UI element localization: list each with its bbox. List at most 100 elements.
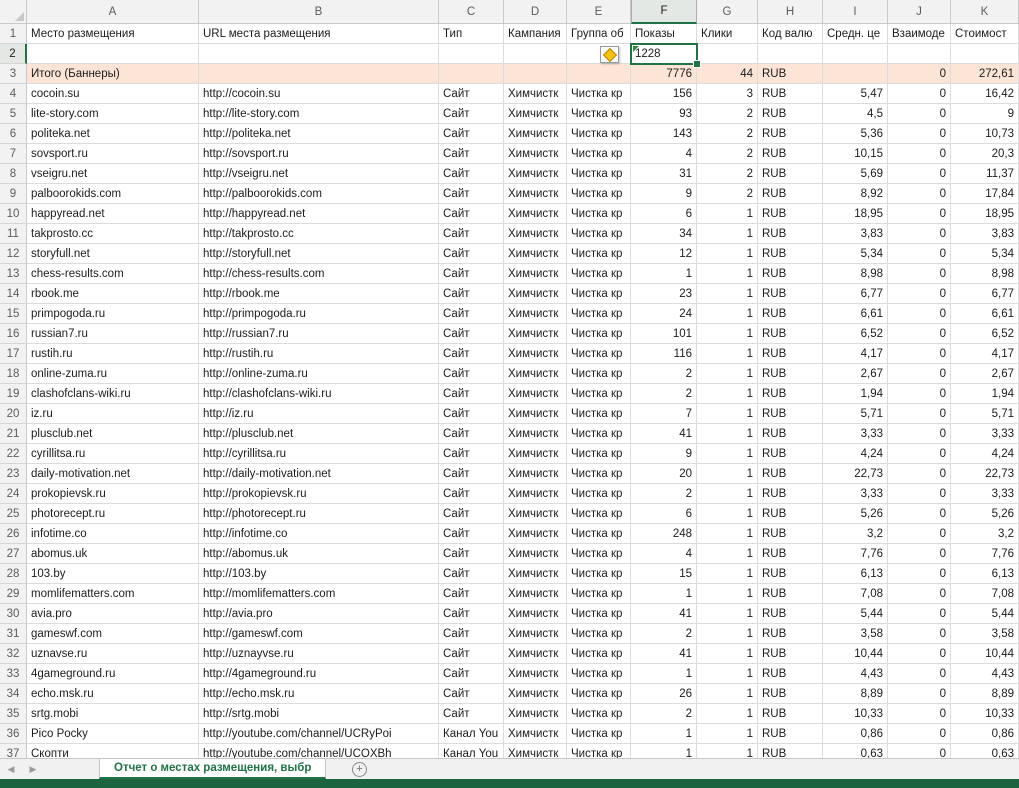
cell-F17[interactable]: 116 bbox=[631, 344, 697, 364]
cell-J4[interactable]: 0 bbox=[888, 84, 951, 104]
cell-J5[interactable]: 0 bbox=[888, 104, 951, 124]
cell-D26[interactable]: Химчистк bbox=[504, 524, 567, 544]
cell-C30[interactable]: Сайт bbox=[439, 604, 504, 624]
cell-H33[interactable]: RUB bbox=[758, 664, 823, 684]
cell-K2[interactable] bbox=[951, 44, 1019, 64]
cell-G36[interactable]: 1 bbox=[697, 724, 758, 744]
cell-H37[interactable]: RUB bbox=[758, 744, 823, 758]
cell-B29[interactable]: http://momlifematters.com bbox=[199, 584, 439, 604]
cell-F31[interactable]: 2 bbox=[631, 624, 697, 644]
cell-C18[interactable]: Сайт bbox=[439, 364, 504, 384]
cell-K7[interactable]: 20,3 bbox=[951, 144, 1019, 164]
cell-K13[interactable]: 8,98 bbox=[951, 264, 1019, 284]
row-header-16[interactable]: 16 bbox=[0, 324, 27, 344]
cell-H18[interactable]: RUB bbox=[758, 364, 823, 384]
cell-E33[interactable]: Чистка кр bbox=[567, 664, 631, 684]
cell-A37[interactable]: Скопти bbox=[27, 744, 199, 758]
cell-F20[interactable]: 7 bbox=[631, 404, 697, 424]
cell-I32[interactable]: 10,44 bbox=[823, 644, 888, 664]
cell-D24[interactable]: Химчистк bbox=[504, 484, 567, 504]
cell-D6[interactable]: Химчистк bbox=[504, 124, 567, 144]
cell-K1[interactable]: Стоимост bbox=[951, 24, 1019, 44]
column-header-I[interactable]: I bbox=[823, 0, 888, 24]
cell-H8[interactable]: RUB bbox=[758, 164, 823, 184]
cell-F34[interactable]: 26 bbox=[631, 684, 697, 704]
cell-J3[interactable]: 0 bbox=[888, 64, 951, 84]
cell-I37[interactable]: 0,63 bbox=[823, 744, 888, 758]
cell-I2[interactable] bbox=[823, 44, 888, 64]
cell-I33[interactable]: 4,43 bbox=[823, 664, 888, 684]
cell-A25[interactable]: photorecept.ru bbox=[27, 504, 199, 524]
cell-D14[interactable]: Химчистк bbox=[504, 284, 567, 304]
cell-H28[interactable]: RUB bbox=[758, 564, 823, 584]
cell-G34[interactable]: 1 bbox=[697, 684, 758, 704]
cell-D37[interactable]: Химчистк bbox=[504, 744, 567, 758]
cell-E36[interactable]: Чистка кр bbox=[567, 724, 631, 744]
row-header-4[interactable]: 4 bbox=[0, 84, 27, 104]
row-header-17[interactable]: 17 bbox=[0, 344, 27, 364]
row-header-21[interactable]: 21 bbox=[0, 424, 27, 444]
cell-A26[interactable]: infotime.co bbox=[27, 524, 199, 544]
cell-I30[interactable]: 5,44 bbox=[823, 604, 888, 624]
cell-H3[interactable]: RUB bbox=[758, 64, 823, 84]
cell-C26[interactable]: Сайт bbox=[439, 524, 504, 544]
cell-C10[interactable]: Сайт bbox=[439, 204, 504, 224]
cell-I36[interactable]: 0,86 bbox=[823, 724, 888, 744]
cell-F29[interactable]: 1 bbox=[631, 584, 697, 604]
cell-E14[interactable]: Чистка кр bbox=[567, 284, 631, 304]
cell-H25[interactable]: RUB bbox=[758, 504, 823, 524]
cell-A3[interactable]: Итого (Баннеры) bbox=[27, 64, 199, 84]
cell-D2[interactable] bbox=[504, 44, 567, 64]
cell-E17[interactable]: Чистка кр bbox=[567, 344, 631, 364]
cell-J28[interactable]: 0 bbox=[888, 564, 951, 584]
cell-K36[interactable]: 0,86 bbox=[951, 724, 1019, 744]
cell-H31[interactable]: RUB bbox=[758, 624, 823, 644]
cell-H16[interactable]: RUB bbox=[758, 324, 823, 344]
row-header-13[interactable]: 13 bbox=[0, 264, 27, 284]
row-header-3[interactable]: 3 bbox=[0, 64, 27, 84]
cell-K8[interactable]: 11,37 bbox=[951, 164, 1019, 184]
cell-I20[interactable]: 5,71 bbox=[823, 404, 888, 424]
cell-I34[interactable]: 8,89 bbox=[823, 684, 888, 704]
cell-E1[interactable]: Группа об bbox=[567, 24, 631, 44]
cell-F7[interactable]: 4 bbox=[631, 144, 697, 164]
cell-A24[interactable]: prokopievsk.ru bbox=[27, 484, 199, 504]
cell-H15[interactable]: RUB bbox=[758, 304, 823, 324]
cell-G33[interactable]: 1 bbox=[697, 664, 758, 684]
cell-H17[interactable]: RUB bbox=[758, 344, 823, 364]
cell-A12[interactable]: storyfull.net bbox=[27, 244, 199, 264]
cell-F37[interactable]: 1 bbox=[631, 744, 697, 758]
cell-F4[interactable]: 156 bbox=[631, 84, 697, 104]
cell-G7[interactable]: 2 bbox=[697, 144, 758, 164]
cell-K9[interactable]: 17,84 bbox=[951, 184, 1019, 204]
cell-F27[interactable]: 4 bbox=[631, 544, 697, 564]
cell-D31[interactable]: Химчистк bbox=[504, 624, 567, 644]
row-header-9[interactable]: 9 bbox=[0, 184, 27, 204]
cell-K35[interactable]: 10,33 bbox=[951, 704, 1019, 724]
cell-A4[interactable]: cocoin.su bbox=[27, 84, 199, 104]
cell-B25[interactable]: http://photorecept.ru bbox=[199, 504, 439, 524]
cell-H10[interactable]: RUB bbox=[758, 204, 823, 224]
cell-F32[interactable]: 41 bbox=[631, 644, 697, 664]
cell-D21[interactable]: Химчистк bbox=[504, 424, 567, 444]
cell-E30[interactable]: Чистка кр bbox=[567, 604, 631, 624]
cell-E34[interactable]: Чистка кр bbox=[567, 684, 631, 704]
cell-D9[interactable]: Химчистк bbox=[504, 184, 567, 204]
cell-G28[interactable]: 1 bbox=[697, 564, 758, 584]
cell-F18[interactable]: 2 bbox=[631, 364, 697, 384]
cell-K18[interactable]: 2,67 bbox=[951, 364, 1019, 384]
cell-G24[interactable]: 1 bbox=[697, 484, 758, 504]
cell-K20[interactable]: 5,71 bbox=[951, 404, 1019, 424]
cell-B24[interactable]: http://prokopievsk.ru bbox=[199, 484, 439, 504]
cell-B37[interactable]: http://youtube.com/channel/UCOXBh bbox=[199, 744, 439, 758]
cell-K24[interactable]: 3,33 bbox=[951, 484, 1019, 504]
cell-K34[interactable]: 8,89 bbox=[951, 684, 1019, 704]
cell-D8[interactable]: Химчистк bbox=[504, 164, 567, 184]
cell-A20[interactable]: iz.ru bbox=[27, 404, 199, 424]
cell-H12[interactable]: RUB bbox=[758, 244, 823, 264]
cell-K10[interactable]: 18,95 bbox=[951, 204, 1019, 224]
cell-J9[interactable]: 0 bbox=[888, 184, 951, 204]
cell-H7[interactable]: RUB bbox=[758, 144, 823, 164]
cell-A1[interactable]: Место размещения bbox=[27, 24, 199, 44]
cell-E3[interactable] bbox=[567, 64, 631, 84]
